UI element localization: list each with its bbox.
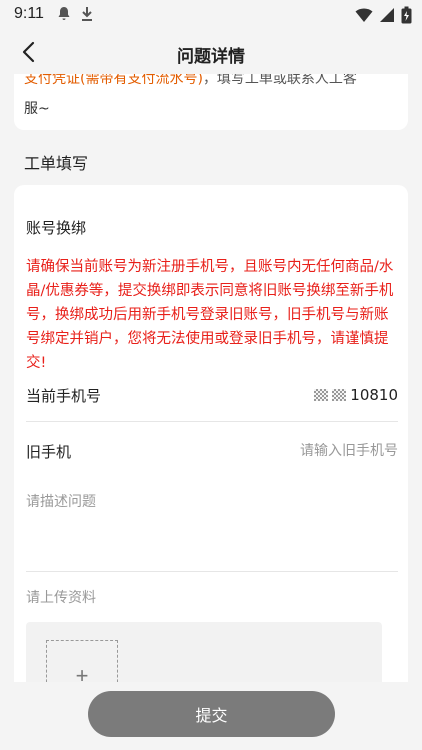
battery-icon <box>401 6 412 28</box>
masked-digits <box>314 389 329 401</box>
ticket-form-card: 账号换绑 请确保当前账号为新注册手机号，且账号内无任何商品/水晶/优惠券等，提交… <box>14 185 408 682</box>
status-bar: 9:11 <box>0 0 422 30</box>
divider <box>26 421 398 422</box>
current-phone-value: 10810 <box>314 386 398 404</box>
top-nav-bar: 问题详情 <box>0 30 422 74</box>
section-title: 工单填写 <box>24 154 89 173</box>
wifi-icon <box>355 7 373 27</box>
current-phone-label: 当前手机号 <box>26 386 102 405</box>
signal-icon <box>379 7 395 27</box>
upload-image-button[interactable]: + <box>46 640 118 682</box>
info-card-line1: 支付凭证(需带有支付流水号)，填写工单或联系人工客 <box>24 74 357 88</box>
bottom-bar: 提交 <box>0 682 422 750</box>
submit-button[interactable]: 提交 <box>88 691 335 737</box>
current-phone-row: 当前手机号 10810 <box>26 373 398 417</box>
download-icon <box>80 6 94 26</box>
contact-service-text: ，填写工单或联系人工客 <box>202 74 357 87</box>
warning-text: 请确保当前账号为新注册手机号，且账号内无任何商品/水晶/优惠券等，提交换绑即表示… <box>26 259 394 371</box>
status-right-icons <box>355 6 412 28</box>
info-card: 支付凭证(需带有支付流水号)，填写工单或联系人工客 服~ <box>14 74 408 130</box>
description-input[interactable] <box>26 491 398 565</box>
old-phone-label: 旧手机 <box>26 442 72 461</box>
status-time: 9:11 <box>14 5 44 22</box>
upload-area: + <box>26 622 382 682</box>
old-phone-input[interactable] <box>198 443 398 459</box>
phone-suffix: 10810 <box>350 386 398 404</box>
plus-icon: + <box>75 663 89 682</box>
payment-proof-text: 支付凭证(需带有支付流水号) <box>24 74 203 87</box>
upload-label: 请上传资料 <box>26 590 96 606</box>
status-left-icons <box>56 6 94 26</box>
masked-digits <box>332 389 347 401</box>
divider <box>26 571 398 572</box>
notification-icon <box>56 6 72 26</box>
page-title: 问题详情 <box>177 47 245 67</box>
info-card-line2: 服~ <box>24 101 50 117</box>
scroll-content[interactable]: 支付凭证(需带有支付流水号)，填写工单或联系人工客 服~ 工单填写 账号换绑 请… <box>0 74 422 682</box>
form-heading: 账号换绑 <box>26 219 87 237</box>
old-phone-row: 旧手机 <box>26 429 398 473</box>
